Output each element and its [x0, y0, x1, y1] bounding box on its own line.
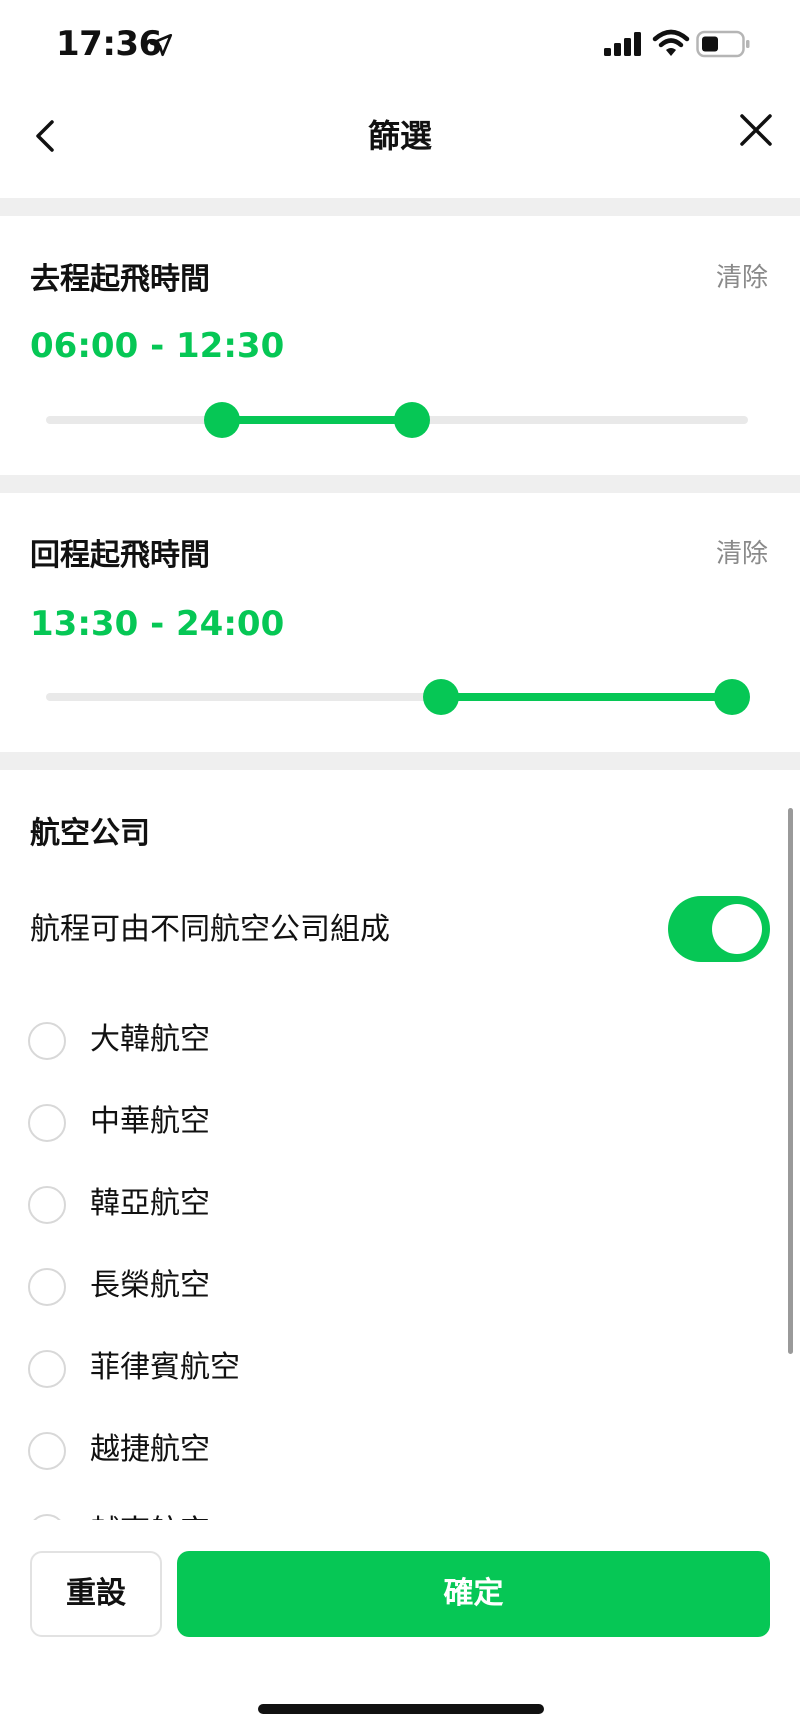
airline-option-label: 長榮航空	[90, 1268, 210, 1303]
wifi-icon	[652, 29, 690, 56]
departure-range-text: 06:00 - 12:30	[30, 326, 285, 366]
status-bar: 17:36	[0, 0, 800, 92]
airline-option-label: 菲律賓航空	[90, 1350, 240, 1385]
slider-track-fill	[440, 693, 748, 701]
airline-option[interactable]: 長榮航空	[28, 1260, 748, 1320]
section-divider	[0, 475, 800, 493]
departure-time-slider[interactable]	[46, 400, 748, 440]
airline-option[interactable]: 大韓航空	[28, 1014, 748, 1074]
page-title: 篩選	[367, 117, 432, 155]
location-arrow-icon	[149, 33, 173, 57]
airline-option[interactable]: 中華航空	[28, 1096, 748, 1156]
mixed-carriers-label: 航程可由不同航空公司組成	[30, 912, 390, 947]
scrollbar[interactable]	[788, 808, 793, 1354]
close-icon[interactable]	[736, 108, 776, 152]
airline-option-label: 大韓航空	[90, 1022, 210, 1057]
mixed-carriers-toggle[interactable]	[668, 896, 770, 962]
airline-option-label: 韓亞航空	[90, 1186, 210, 1221]
departure-section-title: 去程起飛時間	[30, 262, 210, 297]
airline-option-label: 越南航空	[90, 1510, 210, 1520]
departure-range-value: 06:00 - 12:30	[30, 322, 284, 370]
airline-option[interactable]: 菲律賓航空	[28, 1342, 748, 1402]
slider-start-thumb[interactable]	[203, 402, 240, 438]
return-clear-button[interactable]: 清除	[716, 534, 768, 574]
departure-clear-button[interactable]: 清除	[716, 258, 768, 298]
battery-icon	[696, 30, 750, 58]
return-range-value: 13:30 - 24:00	[30, 600, 284, 648]
slider-end-thumb[interactable]	[393, 402, 430, 438]
slider-track-fill	[221, 416, 412, 424]
section-divider	[0, 752, 800, 770]
radio-button[interactable]	[28, 1104, 66, 1142]
airline-option[interactable]: 韓亞航空	[28, 1178, 748, 1238]
return-section-title: 回程起飛時間	[30, 538, 210, 573]
toggle-knob	[712, 904, 762, 954]
confirm-button[interactable]: 確定	[177, 1551, 770, 1637]
airline-option[interactable]: 越南航空	[28, 1506, 748, 1520]
airline-option-label: 越捷航空	[90, 1432, 210, 1467]
radio-button[interactable]	[28, 1186, 66, 1224]
chevron-left-icon[interactable]	[26, 108, 66, 164]
home-indicator	[258, 1704, 544, 1714]
filter-scroll-area[interactable]: 航空公司 航程可由不同航空公司組成 大韓航空中華航空韓亞航空長榮航空菲律賓航空越…	[0, 770, 800, 1520]
radio-button[interactable]	[28, 1350, 66, 1388]
radio-button[interactable]	[28, 1268, 66, 1306]
status-time: 17:36	[56, 24, 162, 64]
section-divider	[0, 198, 800, 216]
airline-option[interactable]: 越捷航空	[28, 1424, 748, 1484]
return-time-slider[interactable]	[46, 677, 750, 717]
airlines-section-title: 航空公司	[30, 816, 150, 851]
radio-button[interactable]	[28, 1022, 66, 1060]
radio-button[interactable]	[28, 1432, 66, 1470]
reset-button[interactable]: 重設	[30, 1551, 162, 1637]
return-range-text: 13:30 - 24:00	[30, 604, 285, 644]
airline-option-label: 中華航空	[90, 1104, 210, 1139]
cellular-signal-icon	[604, 32, 641, 56]
slider-start-thumb[interactable]	[422, 679, 459, 715]
slider-end-thumb[interactable]	[714, 679, 750, 715]
